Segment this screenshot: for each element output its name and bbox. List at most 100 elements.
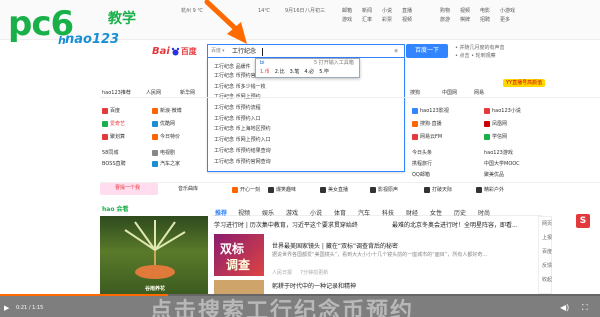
quick-link[interactable]: 游戏 bbox=[342, 17, 352, 24]
site-link[interactable]: 爱奇艺 bbox=[102, 120, 125, 127]
site-link[interactable]: 聚美优品 bbox=[484, 171, 504, 178]
suggestion-item[interactable]: 工行纪念 币预约结果查询 bbox=[214, 147, 271, 154]
suggestion-item[interactable]: 工行纪念 币网上预约入口 bbox=[214, 136, 271, 143]
quick-link[interactable]: 小说 bbox=[382, 8, 392, 15]
site-link[interactable]: BOSS直聘 bbox=[102, 160, 126, 167]
quick-link[interactable]: 旅游 bbox=[440, 17, 450, 24]
rail-item[interactable]: 反馈 bbox=[542, 263, 552, 270]
site-link[interactable]: 今日特价 bbox=[152, 133, 180, 140]
suggestion-item[interactable]: 工行纪念 币预约入口 bbox=[214, 115, 261, 122]
search-hint-2[interactable]: • 点击 • 轮到观察 bbox=[455, 53, 496, 60]
quick-link[interactable]: 邮箱 bbox=[342, 8, 352, 15]
category-link[interactable]: 音乐曲库 bbox=[178, 186, 198, 193]
suggestion-item[interactable]: 工行纪念 币预约官网 bbox=[214, 72, 261, 79]
suggestion-item[interactable]: 工行纪念 币预约官网查询 bbox=[214, 158, 271, 165]
site-link[interactable]: 58同城 bbox=[102, 149, 118, 156]
volume-icon[interactable]: ◀) bbox=[560, 303, 569, 312]
feed-tagline[interactable]: 学习进行时 | 历次集中教育，习近平这个要求贯穿始终 bbox=[214, 222, 358, 230]
search-input[interactable]: 工行纪念 bbox=[232, 48, 256, 56]
camera-icon[interactable]: ◉ bbox=[394, 48, 398, 55]
news-thumbnail-2[interactable] bbox=[214, 280, 264, 294]
ime-candidate[interactable]: 5.毕 bbox=[319, 69, 329, 76]
site-link[interactable]: 中国大学MOOC bbox=[484, 160, 520, 167]
quick-link[interactable]: 视频 bbox=[460, 8, 470, 15]
site-link[interactable]: 凤凰网 bbox=[484, 120, 507, 127]
rail-item[interactable]: 百度 bbox=[542, 249, 552, 256]
quick-link[interactable]: 更多 bbox=[500, 17, 510, 24]
site-link[interactable]: 今日头条 bbox=[412, 149, 432, 156]
quick-link[interactable]: 购物 bbox=[440, 8, 450, 15]
quick-link[interactable]: 视频 bbox=[402, 17, 412, 24]
site-link[interactable]: 聚划算 bbox=[102, 133, 125, 140]
ime-candidate[interactable]: 3.笔 bbox=[290, 69, 300, 76]
fullscreen-icon[interactable]: ⛶ bbox=[582, 303, 588, 313]
sogou-ime-icon[interactable]: S bbox=[576, 214, 590, 228]
category-link[interactable]: 爆笑趣味 bbox=[268, 186, 296, 193]
quick-link[interactable]: 直播 bbox=[402, 8, 412, 15]
ime-candidate[interactable]: 1.币 bbox=[260, 69, 270, 76]
tab-game[interactable]: 游戏 bbox=[286, 208, 298, 217]
play-icon[interactable]: ▶ bbox=[4, 304, 9, 312]
site-link[interactable]: 电视剧 bbox=[152, 149, 175, 156]
baidu-logo[interactable]: Bai 百度 bbox=[152, 46, 197, 57]
news-source[interactable]: 人民日报 bbox=[272, 270, 292, 277]
suggestion-item[interactable]: 工行纪念 币预约流程 bbox=[214, 104, 261, 111]
ime-candidate[interactable]: 4.必 bbox=[304, 69, 314, 76]
search-hint-1[interactable]: • 并随几月度的有声音 bbox=[455, 45, 505, 52]
nav-link[interactable]: hao123推荐 bbox=[102, 90, 131, 97]
suggestion-item[interactable]: 工行纪念 币上海地区预约 bbox=[214, 125, 271, 132]
yy-badge[interactable]: YY直播号高颜值 bbox=[503, 79, 546, 87]
site-link[interactable]: 汽车之家 bbox=[152, 160, 180, 167]
nav-link[interactable]: 中国网 bbox=[442, 90, 457, 97]
category-link[interactable]: 开心一刻 bbox=[232, 186, 260, 193]
plant-image[interactable]: 谷雨养花 bbox=[100, 216, 208, 296]
chevron-down-icon[interactable]: ▾ bbox=[222, 48, 225, 55]
site-link[interactable]: 学信网 bbox=[484, 133, 507, 140]
category-link[interactable]: 影视原声 bbox=[370, 186, 398, 193]
tab-auto[interactable]: 汽车 bbox=[358, 208, 370, 217]
site-link[interactable]: hao123影视 bbox=[412, 107, 449, 114]
hao-kan-label[interactable]: hao 会看 bbox=[102, 206, 129, 214]
site-link[interactable]: 携程旅行 bbox=[412, 160, 432, 167]
site-link[interactable]: QQ邮箱 bbox=[412, 171, 430, 178]
tab-finance[interactable]: 财经 bbox=[406, 208, 418, 217]
tab-video[interactable]: 视频 bbox=[238, 208, 250, 217]
site-link[interactable]: 百度 bbox=[102, 107, 120, 114]
nav-link[interactable]: 人民网 bbox=[146, 90, 161, 97]
ime-hint[interactable]: 5 打开输入工具箱 bbox=[314, 60, 354, 67]
site-link[interactable]: 搜狗·直播 bbox=[412, 120, 442, 127]
tab-recommend[interactable]: 推荐 bbox=[215, 208, 227, 217]
quick-link[interactable]: 汇率 bbox=[362, 17, 372, 24]
quick-link[interactable]: 新闻 bbox=[362, 8, 372, 15]
search-box[interactable]: 百度 ▾ 工行纪念 ◉ bbox=[207, 44, 405, 58]
rail-item[interactable]: 收起 bbox=[542, 277, 552, 284]
suggestion-item[interactable]: 工行纪念 品缓件 bbox=[214, 63, 251, 70]
nav-link[interactable]: 网易 bbox=[474, 90, 484, 97]
site-link[interactable]: 网易云FM bbox=[412, 133, 442, 140]
tab-sports[interactable]: 体育 bbox=[334, 208, 346, 217]
site-link[interactable]: 优酷网 bbox=[152, 120, 175, 127]
tab-novel[interactable]: 小说 bbox=[310, 208, 322, 217]
engine-select[interactable]: 百度 bbox=[211, 48, 221, 55]
ime-candidate[interactable]: 2.比 bbox=[275, 69, 285, 76]
site-link[interactable]: hao123游戏 bbox=[484, 149, 513, 156]
category-link[interactable]: 精彩户外 bbox=[476, 186, 504, 193]
site-link[interactable]: hao123小说 bbox=[484, 107, 521, 114]
rail-item[interactable]: 网页 bbox=[542, 221, 552, 228]
weather-city[interactable]: 杭州 9 ℃ bbox=[181, 8, 203, 15]
news-thumbnail[interactable]: 双标 调查 bbox=[214, 234, 264, 276]
tab-fashion[interactable]: 时尚 bbox=[478, 208, 490, 217]
site-link[interactable]: 新浪·微博 bbox=[152, 107, 182, 114]
quick-link[interactable]: 小游戏 bbox=[500, 8, 515, 15]
category-link[interactable]: 打破天际 bbox=[424, 186, 452, 193]
nav-link[interactable]: 搜狗 bbox=[410, 90, 420, 97]
nav-link[interactable]: 新华网 bbox=[180, 90, 195, 97]
news-headline-2[interactable]: 躬耕于时代中的一种记录和精神 bbox=[272, 283, 356, 291]
category-link[interactable]: 美女直播 bbox=[320, 186, 348, 193]
quick-link[interactable]: 招聘 bbox=[480, 17, 490, 24]
left-banner[interactable]: 曹操一个我 bbox=[100, 183, 158, 195]
tab-history[interactable]: 历史 bbox=[454, 208, 466, 217]
quick-link[interactable]: 彩票 bbox=[382, 17, 392, 24]
quick-link[interactable]: 棋牌 bbox=[460, 17, 470, 24]
search-button[interactable]: 百度一下 bbox=[406, 44, 448, 58]
